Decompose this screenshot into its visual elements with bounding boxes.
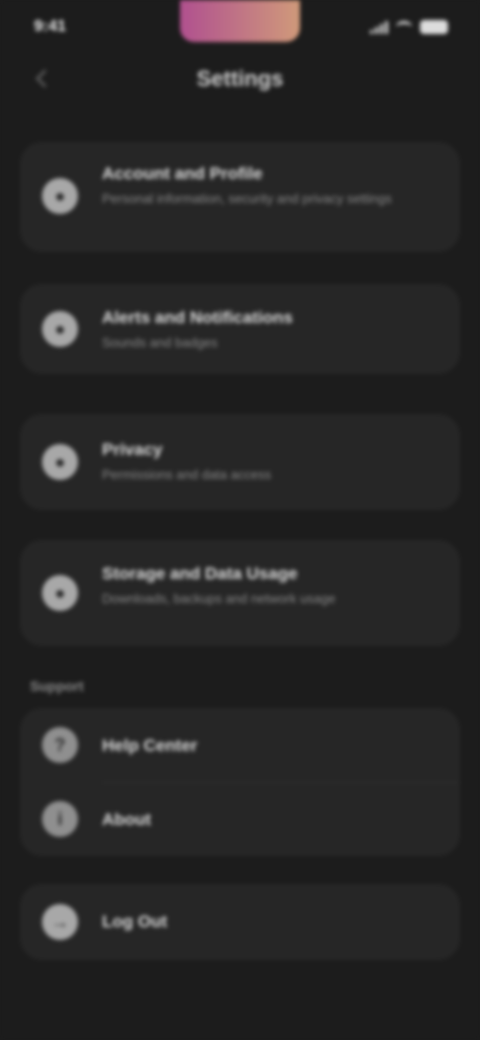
battery-icon	[420, 20, 448, 34]
logout-icon: →	[42, 904, 78, 940]
item-title: Privacy	[102, 440, 163, 459]
bell-icon: ●	[42, 311, 78, 347]
wifi-icon	[396, 21, 412, 33]
signal-icon	[370, 20, 388, 34]
help-icon: ?	[42, 727, 78, 763]
settings-item-account[interactable]: ● Account and Profile Personal informati…	[20, 142, 460, 252]
person-icon: ●	[42, 178, 78, 214]
logout-button[interactable]: → Log Out	[20, 884, 460, 960]
item-subtitle: Downloads, backups and network usage	[102, 591, 336, 606]
logout-label: Log Out	[102, 912, 168, 931]
cloud-icon: ●	[42, 575, 78, 611]
item-title: Account and Profile	[102, 164, 263, 183]
page-title: Settings	[196, 66, 284, 91]
settings-item-notifications[interactable]: ● Alerts and Notifications Sounds and ba…	[20, 284, 460, 374]
settings-item-privacy[interactable]: ● Privacy Permissions and data access	[20, 414, 460, 510]
row-title: Help Center	[102, 736, 198, 755]
status-icons	[370, 20, 448, 34]
status-time: 9:41	[34, 18, 67, 35]
item-title: Storage and Data Usage	[102, 564, 298, 583]
settings-row-help[interactable]: ? Help Center	[20, 708, 460, 782]
settings-row-about[interactable]: i About	[20, 782, 460, 856]
item-subtitle: Personal information, security and priva…	[102, 191, 392, 206]
item-subtitle: Sounds and badges	[102, 335, 218, 350]
shield-icon: ●	[42, 444, 78, 480]
item-title: Alerts and Notifications	[102, 308, 293, 327]
item-subtitle: Permissions and data access	[102, 467, 272, 482]
section-label: Support	[30, 678, 84, 694]
support-group: ? Help Center i About	[20, 708, 460, 856]
info-icon: i	[42, 801, 78, 837]
settings-item-storage[interactable]: ● Storage and Data Usage Downloads, back…	[20, 540, 460, 646]
back-button[interactable]	[30, 66, 56, 92]
row-title: About	[102, 810, 152, 829]
settings-screen: 9:41 Settings ● Account and Profile Pers…	[0, 0, 480, 1040]
avatar[interactable]	[180, 0, 300, 42]
